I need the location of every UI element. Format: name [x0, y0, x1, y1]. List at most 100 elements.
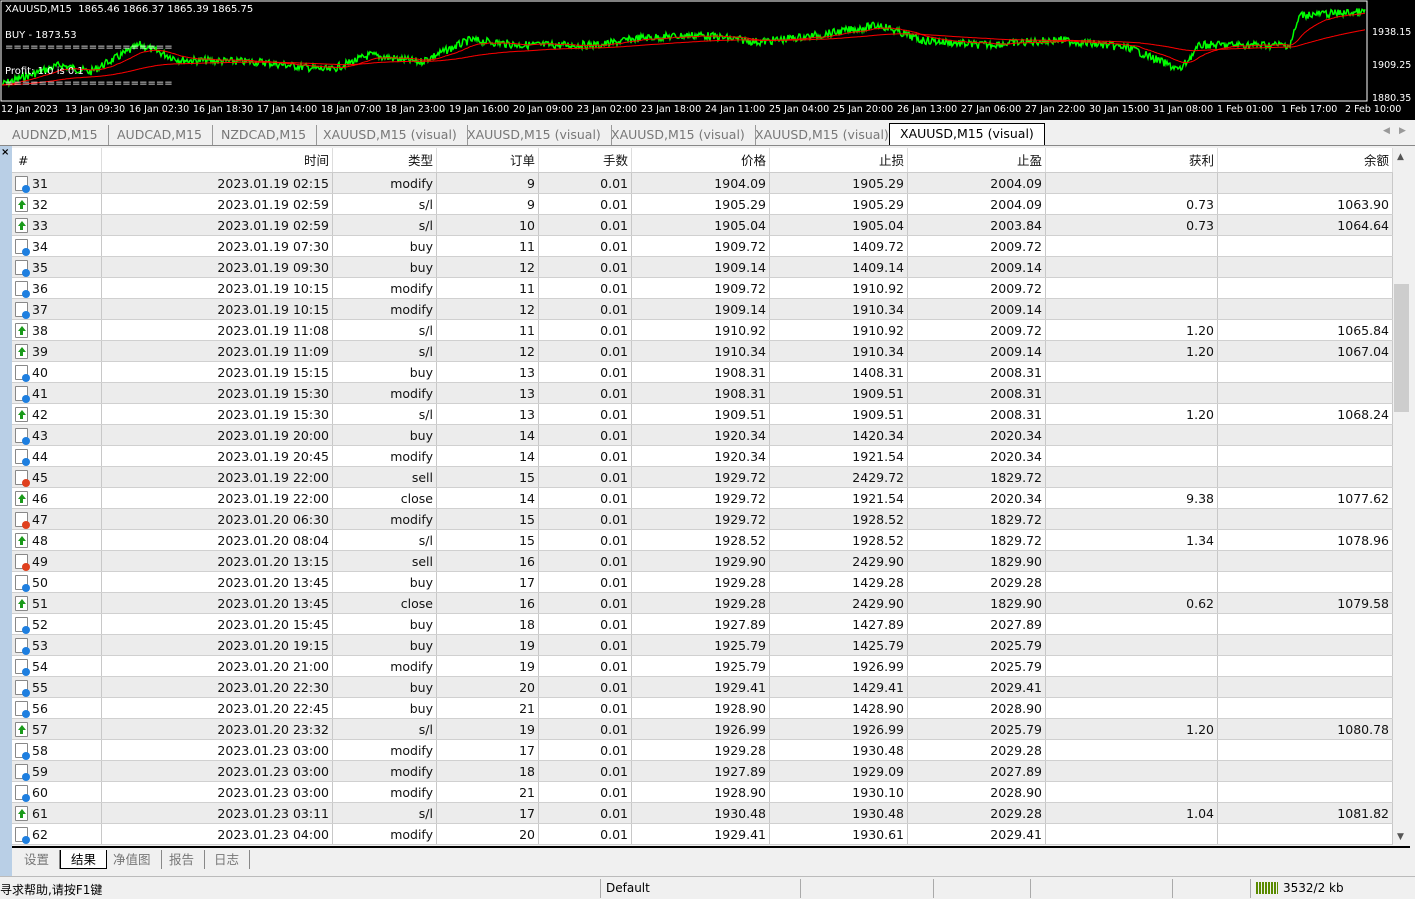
table-row[interactable]: 43 2023.01.19 20:00 buy 14 0.01 1920.34 1420.3… [12, 425, 1393, 446]
tester-tab[interactable]: 净值图 [103, 850, 162, 869]
balance-cell: 1064.64 [1218, 215, 1393, 235]
table-row[interactable]: 47 2023.01.20 06:30 modify 15 0.01 1929.72 192… [12, 509, 1393, 530]
table-row[interactable]: 41 2023.01.19 15:30 modify 13 0.01 1908.31 190… [12, 383, 1393, 404]
chart-tab[interactable]: NZDCAD,M15 [211, 125, 318, 145]
type-cell: buy [333, 236, 437, 256]
take-profit-cell: 2009.14 [908, 341, 1046, 361]
chart-tab[interactable]: AUDNZD,M15 [2, 125, 109, 145]
table-row[interactable]: 40 2023.01.19 15:15 buy 13 0.01 1908.31 1408.3… [12, 362, 1393, 383]
table-row[interactable]: 51 2023.01.20 13:45 close 16 0.01 1929.28 2429… [12, 593, 1393, 614]
time-cell: 2023.01.19 11:08 [102, 320, 333, 340]
table-row[interactable]: 44 2023.01.19 20:45 modify 14 0.01 1920.34 192… [12, 446, 1393, 467]
column-header[interactable]: 余额 [1218, 148, 1393, 172]
column-header[interactable]: 类型 [333, 148, 437, 172]
table-row[interactable]: 39 2023.01.19 11:09 s/l 12 0.01 1910.34 1910.3… [12, 341, 1393, 362]
chart-tab[interactable]: XAUUSD,M15 (visual) [313, 125, 468, 145]
balance-cell [1218, 824, 1393, 844]
table-row[interactable]: 35 2023.01.19 09:30 buy 12 0.01 1909.14 1409.1… [12, 257, 1393, 278]
table-row[interactable]: 42 2023.01.19 15:30 s/l 13 0.01 1909.51 1909.5… [12, 404, 1393, 425]
tester-tab[interactable]: 设置 [14, 850, 61, 869]
buy-order-icon [15, 364, 30, 382]
table-row[interactable]: 54 2023.01.20 21:00 modify 19 0.01 1925.79 192… [12, 656, 1393, 677]
type-cell: close [333, 488, 437, 508]
table-row[interactable]: 52 2023.01.20 15:45 buy 18 0.01 1927.89 1427.8… [12, 614, 1393, 635]
table-row[interactable]: 56 2023.01.20 22:45 buy 21 0.01 1928.90 1428.9… [12, 698, 1393, 719]
scroll-down-icon[interactable]: ▼ [1397, 832, 1404, 842]
row-number: 43 [32, 427, 48, 443]
scroll-up-icon[interactable]: ▲ [1397, 152, 1404, 162]
vertical-scrollbar[interactable]: ▲ ▼ [1393, 148, 1410, 845]
chart-tab[interactable]: XAUUSD,M15 (visual) [745, 125, 900, 145]
balance-cell: 1080.78 [1218, 719, 1393, 739]
table-row[interactable]: 59 2023.01.23 03:00 modify 18 0.01 1927.89 192… [12, 761, 1393, 782]
tab-scroll-right-icon[interactable]: ▶ [1399, 126, 1406, 136]
table-row[interactable]: 58 2023.01.23 03:00 modify 17 0.01 1929.28 193… [12, 740, 1393, 761]
lots-cell: 0.01 [539, 656, 632, 676]
status-traffic: 3532/2 kb [1283, 881, 1344, 895]
column-header[interactable]: # [12, 148, 102, 172]
table-row[interactable]: 46 2023.01.19 22:00 close 14 0.01 1929.72 1921… [12, 488, 1393, 509]
price-cell: 1909.51 [632, 404, 770, 424]
table-row[interactable]: 55 2023.01.20 22:30 buy 20 0.01 1929.41 1429.4… [12, 677, 1393, 698]
row-number: 41 [32, 385, 48, 401]
chart-tab[interactable]: XAUUSD,M15 (visual) [457, 125, 612, 145]
column-header[interactable]: 止盈 [908, 148, 1046, 172]
balance-cell: 1081.82 [1218, 803, 1393, 823]
tester-tab[interactable]: 日志 [204, 850, 251, 869]
table-row[interactable]: 61 2023.01.23 03:11 s/l 17 0.01 1930.48 1930.4… [12, 803, 1393, 824]
balance-cell [1218, 614, 1393, 634]
price-cell: 1920.34 [632, 446, 770, 466]
close-icon[interactable]: × [1, 147, 9, 158]
lots-cell: 0.01 [539, 761, 632, 781]
table-row[interactable]: 36 2023.01.19 10:15 modify 11 0.01 1909.72 191… [12, 278, 1393, 299]
row-number-cell: 58 [12, 740, 102, 760]
column-header[interactable]: 价格 [632, 148, 770, 172]
column-header[interactable]: 止损 [770, 148, 908, 172]
table-row[interactable]: 37 2023.01.19 10:15 modify 12 0.01 1909.14 191… [12, 299, 1393, 320]
price-chart[interactable]: XAUUSD,M15 1865.46 1866.37 1865.39 1865.… [0, 0, 1415, 120]
column-header[interactable]: 手数 [539, 148, 632, 172]
stop-loss-cell: 1409.14 [770, 257, 908, 277]
table-row[interactable]: 33 2023.01.19 02:59 s/l 10 0.01 1905.04 1905.0… [12, 215, 1393, 236]
price-label: 1880.35 [1372, 93, 1412, 104]
row-number: 53 [32, 637, 48, 653]
chart-tab[interactable]: AUDCAD,M15 [107, 125, 213, 145]
table-row[interactable]: 49 2023.01.20 13:15 sell 16 0.01 1929.90 2429.… [12, 551, 1393, 572]
price-cell: 1929.41 [632, 824, 770, 844]
table-row[interactable]: 32 2023.01.19 02:59 s/l 9 0.01 1905.29 1905.29… [12, 194, 1393, 215]
table-row[interactable]: 50 2023.01.20 13:45 buy 17 0.01 1929.28 1429.2… [12, 572, 1393, 593]
table-row[interactable]: 38 2023.01.19 11:08 s/l 11 0.01 1910.92 1910.9… [12, 320, 1393, 341]
tester-tab[interactable]: 结果 [60, 850, 108, 869]
table-row[interactable]: 62 2023.01.23 04:00 modify 20 0.01 1929.41 193… [12, 824, 1393, 845]
table-row[interactable]: 53 2023.01.20 19:15 buy 19 0.01 1925.79 1425.7… [12, 635, 1393, 656]
profit-cell [1046, 383, 1218, 403]
table-row[interactable]: 57 2023.01.20 23:32 s/l 19 0.01 1926.99 1926.9… [12, 719, 1393, 740]
tab-scroll-left-icon[interactable]: ◀ [1383, 126, 1390, 136]
table-row[interactable]: 60 2023.01.23 03:00 modify 21 0.01 1928.90 193… [12, 782, 1393, 803]
stop-loss-cell: 1409.72 [770, 236, 908, 256]
scrollbar-thumb[interactable] [1394, 284, 1409, 412]
row-number: 58 [32, 742, 48, 758]
column-header[interactable]: 订单 [437, 148, 539, 172]
time-cell: 2023.01.19 02:59 [102, 215, 333, 235]
tester-tab[interactable]: 报告 [159, 850, 206, 869]
row-number-cell: 49 [12, 551, 102, 571]
column-header[interactable]: 获利 [1046, 148, 1218, 172]
table-row[interactable]: 34 2023.01.19 07:30 buy 11 0.01 1909.72 1409.7… [12, 236, 1393, 257]
lots-cell: 0.01 [539, 509, 632, 529]
buy-order-icon [15, 742, 30, 760]
table-row[interactable]: 31 2023.01.19 02:15 modify 9 0.01 1904.09 1905… [12, 173, 1393, 194]
table-row[interactable]: 45 2023.01.19 22:00 sell 15 0.01 1929.72 2429.… [12, 467, 1393, 488]
column-header[interactable]: 时间 [102, 148, 333, 172]
time-cell: 2023.01.23 03:00 [102, 782, 333, 802]
chart-tab[interactable]: XAUUSD,M15 (visual) [601, 125, 756, 145]
take-profit-cell: 2008.31 [908, 404, 1046, 424]
type-cell: buy [333, 677, 437, 697]
order-cell: 18 [437, 614, 539, 634]
table-row[interactable]: 48 2023.01.20 08:04 s/l 15 0.01 1928.52 1928.5… [12, 530, 1393, 551]
chart-tab[interactable]: XAUUSD,M15 (visual) [889, 123, 1045, 145]
profit-cell [1046, 257, 1218, 277]
order-cell: 17 [437, 740, 539, 760]
take-profit-cell: 2029.28 [908, 803, 1046, 823]
take-profit-cell: 2009.72 [908, 320, 1046, 340]
